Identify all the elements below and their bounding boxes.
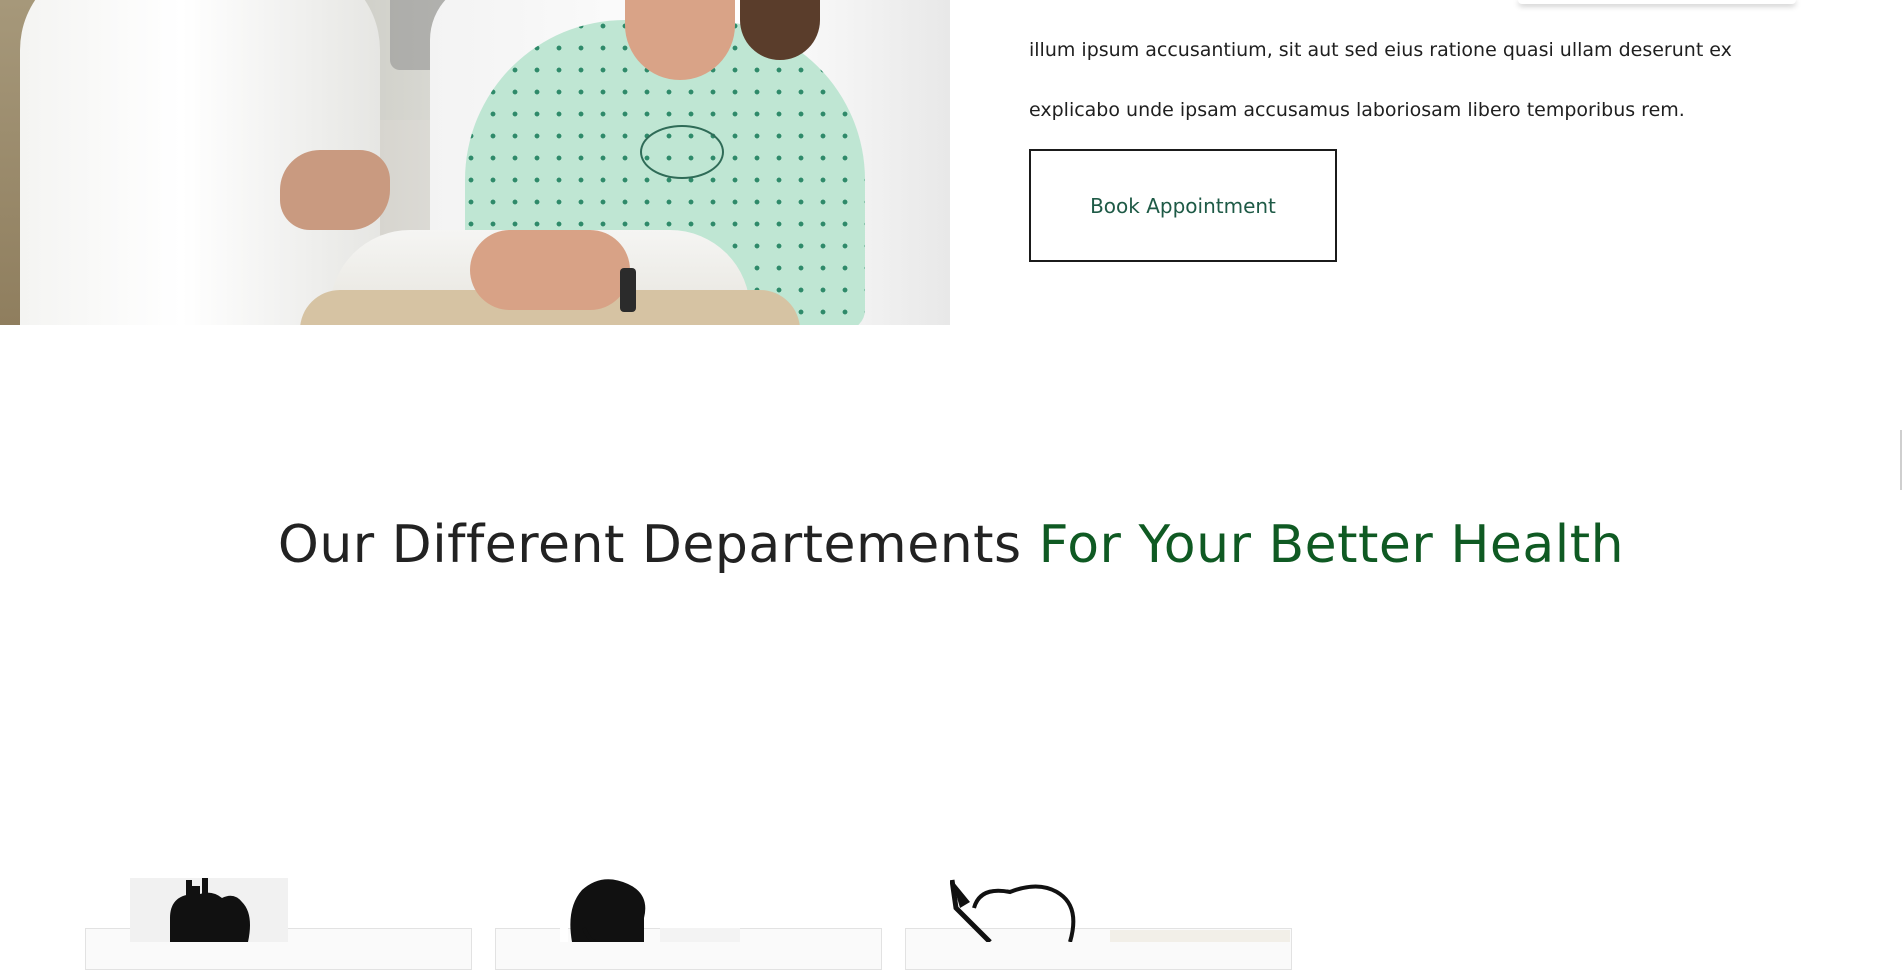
heart-icon — [130, 878, 288, 942]
scalpel-stomach-icon — [949, 878, 1080, 944]
card-image-strip — [1110, 930, 1290, 942]
doctor-head-icon — [560, 878, 740, 944]
intro-paragraph: illum ipsum accusantium, sit aut sed eiu… — [1029, 39, 1732, 121]
departments-heading: Our Different Departements For Your Bett… — [0, 515, 1902, 575]
heading-accent: For Your Better Health — [1038, 515, 1625, 575]
header-shadow — [1518, 0, 1796, 4]
book-appointment-button[interactable]: Book Appointment — [1029, 149, 1337, 262]
heading-main: Our Different Departements — [277, 515, 1022, 575]
hero-image — [0, 0, 950, 325]
